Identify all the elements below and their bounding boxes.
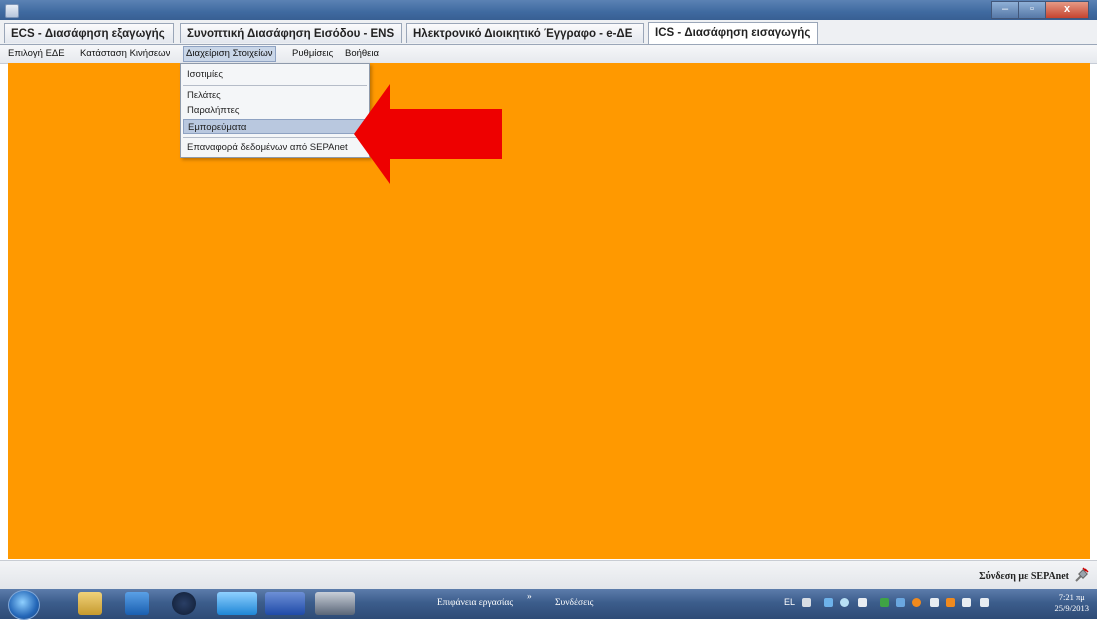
- dropdown-item-exchange-rates[interactable]: Ισοτιμίες: [183, 67, 367, 82]
- file-explorer-icon[interactable]: [78, 592, 102, 615]
- clock-date: 25/9/2013: [1054, 603, 1089, 613]
- tab-ics-import[interactable]: ICS - Διασάφηση εισαγωγής: [648, 22, 818, 44]
- language-indicator[interactable]: EL: [784, 597, 795, 611]
- network-icon[interactable]: [980, 598, 989, 607]
- tab-ecs-export[interactable]: ECS - Διασάφηση εξαγωγής: [4, 23, 174, 43]
- tray-icon[interactable]: [912, 598, 921, 607]
- tab-strip: ECS - Διασάφηση εξαγωγής Συνοπτική Διασά…: [0, 20, 1097, 45]
- tab-ens-summary[interactable]: Συνοπτική Διασάφηση Εισόδου - ENS: [180, 23, 402, 43]
- dropdown-item-consignees[interactable]: Παραλήπτες: [183, 103, 367, 118]
- maximize-button[interactable]: ▫: [1018, 1, 1046, 19]
- tab-e-de-document[interactable]: Ηλεκτρονικό Διοικητικό Έγγραφο - e-ΔΕ: [406, 23, 644, 43]
- window-title-bar: – ▫ x: [0, 0, 1097, 20]
- media-player-icon[interactable]: [125, 592, 149, 615]
- tray-icon[interactable]: [840, 598, 849, 607]
- start-button-icon[interactable]: [8, 590, 40, 620]
- tray-icon[interactable]: [880, 598, 889, 607]
- connection-status-text: Σύνδεση με SEPAnet: [979, 571, 1069, 582]
- status-bar: Σύνδεση με SEPAnet: [0, 560, 1097, 590]
- menu-help[interactable]: Βοήθεια: [343, 47, 381, 61]
- hp-icon[interactable]: [172, 592, 196, 615]
- menu-data-management[interactable]: Διαχείριση Στοιχείων: [183, 46, 276, 62]
- volume-icon[interactable]: [962, 598, 971, 607]
- plug-icon: [1075, 567, 1089, 582]
- dropdown-item-customers[interactable]: Πελάτες: [183, 88, 367, 103]
- keyboard-tray-icon[interactable]: [802, 598, 811, 607]
- menu-bar: Επιλογή ΕΔΕ Κατάσταση Κινήσεων Διαχείρισ…: [0, 45, 1097, 64]
- dropdown-separator: [183, 85, 367, 86]
- menu-movement-status[interactable]: Κατάσταση Κινήσεων: [78, 47, 172, 61]
- close-button[interactable]: x: [1045, 1, 1089, 19]
- action-center-flag-icon[interactable]: [930, 598, 939, 607]
- minimize-button[interactable]: –: [991, 1, 1019, 19]
- app-icon: [5, 4, 19, 18]
- connections-toolbar-label[interactable]: Συνδέσεις: [555, 598, 593, 608]
- skype-icon[interactable]: [217, 592, 257, 615]
- dropdown-item-restore-sepanet[interactable]: Επαναφορά δεδομένων από SEPAnet: [183, 140, 367, 155]
- menu-select-ede[interactable]: Επιλογή ΕΔΕ: [6, 47, 67, 61]
- desktop-toolbar-label[interactable]: Επιφάνεια εργασίας: [437, 598, 513, 608]
- tray-icon[interactable]: [946, 598, 955, 607]
- app-window-icon[interactable]: [315, 592, 355, 615]
- tray-icon[interactable]: [858, 598, 867, 607]
- main-content-area: [8, 63, 1090, 559]
- windows-taskbar: Επιφάνεια εργασίας » Συνδέσεις EL 7:21 π…: [0, 589, 1097, 620]
- data-management-dropdown: Ισοτιμίες Πελάτες Παραλήπτες Εμπορεύματα…: [180, 63, 370, 158]
- dropdown-separator: [183, 137, 367, 138]
- toolbar-chevron-icon[interactable]: »: [527, 592, 532, 602]
- clock-time: 7:21 πμ: [1058, 592, 1085, 602]
- word-icon[interactable]: [265, 592, 305, 615]
- tray-icon[interactable]: [896, 598, 905, 607]
- taskbar-clock[interactable]: 7:21 πμ 25/9/2013: [1055, 592, 1089, 614]
- menu-settings[interactable]: Ρυθμίσεις: [290, 47, 335, 61]
- red-arrow-annotation: [354, 84, 502, 184]
- window-controls: – ▫ x: [991, 1, 1089, 19]
- dropdown-item-goods[interactable]: Εμπορεύματα: [183, 119, 367, 134]
- tray-icon[interactable]: [824, 598, 833, 607]
